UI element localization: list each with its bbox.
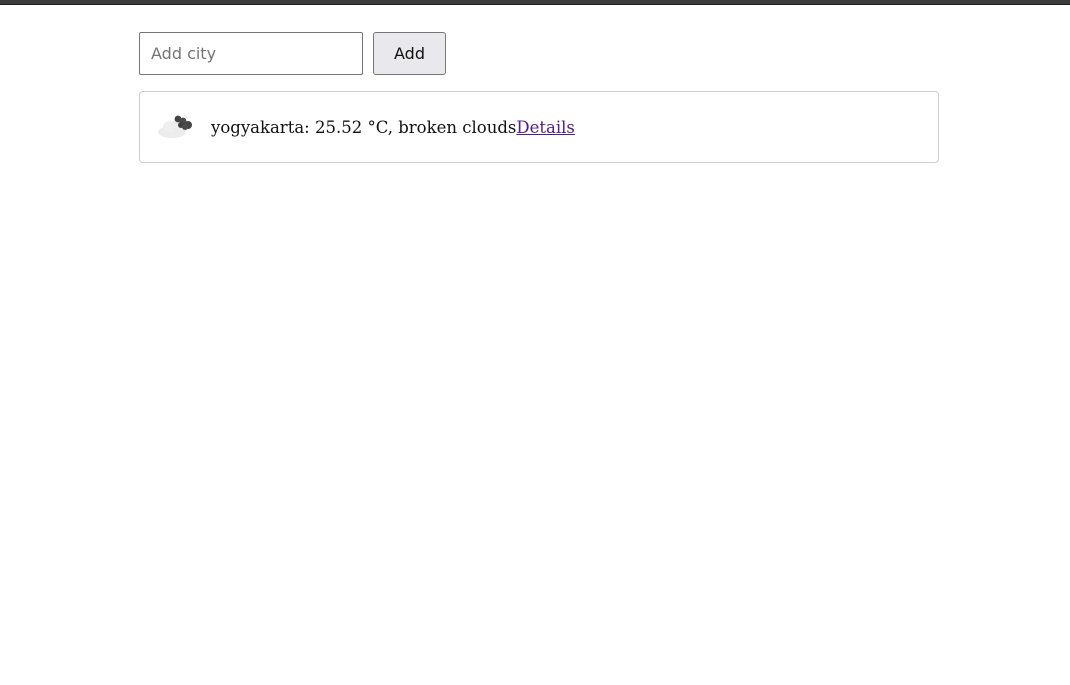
details-link[interactable]: Details [516,118,574,137]
broken-clouds-icon [157,113,197,141]
top-window-edge [0,0,1070,5]
add-city-form: Add [139,32,939,75]
app-container: Add yogyakarta: 25.52 °C, broken cloudsD… [139,32,939,163]
weather-summary-text: yogyakarta: 25.52 °C, broken clouds [211,117,517,137]
add-button[interactable]: Add [373,32,446,75]
add-city-input[interactable] [139,32,363,75]
weather-list-item: yogyakarta: 25.52 °C, broken clouds Detai… [139,91,939,163]
